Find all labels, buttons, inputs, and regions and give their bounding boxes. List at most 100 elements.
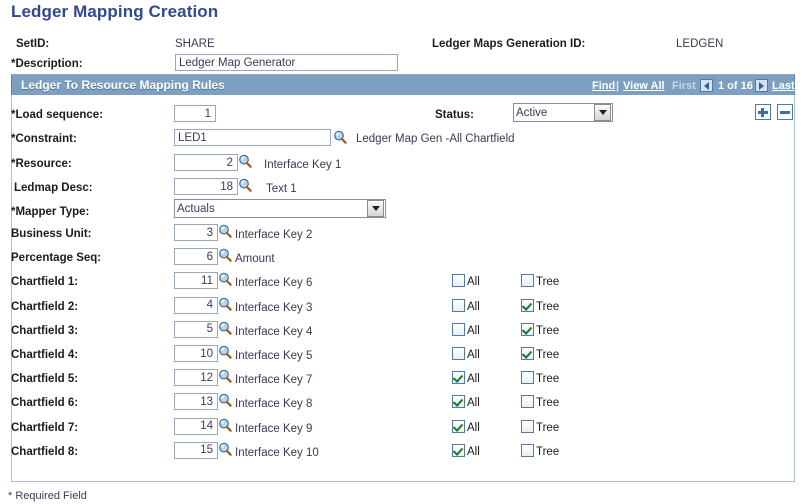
chartfield-5-all-checkbox[interactable] bbox=[452, 371, 465, 385]
magnifier-icon[interactable] bbox=[218, 272, 232, 287]
status-label: Status: bbox=[435, 109, 474, 121]
delete-row-button[interactable] bbox=[777, 104, 793, 120]
chartfield-7-tree-checkbox[interactable] bbox=[521, 419, 534, 433]
tree-checkbox-label: Tree bbox=[536, 373, 560, 386]
constraint-label: *Constraint: bbox=[11, 133, 77, 145]
business-unit-input[interactable] bbox=[174, 224, 218, 241]
page-counter: 1 of 16 bbox=[718, 80, 753, 92]
required-field-note: * Required Field bbox=[8, 490, 87, 502]
chartfield-6-all-checkbox[interactable] bbox=[452, 395, 465, 409]
description-input[interactable] bbox=[175, 54, 398, 71]
business-unit-description: Interface Key 2 bbox=[235, 229, 313, 241]
magnifier-icon[interactable] bbox=[218, 297, 232, 311]
tree-checkbox-label: Tree bbox=[536, 445, 560, 458]
chartfield-3-all-checkbox[interactable] bbox=[452, 322, 465, 336]
all-checkbox-label: All bbox=[467, 397, 480, 410]
chartfield-2-input[interactable] bbox=[174, 296, 218, 314]
all-checkbox-label: All bbox=[467, 421, 480, 434]
chartfield-2-tree-checkbox[interactable] bbox=[521, 298, 534, 312]
chartfield-8-label: Chartfield 8: bbox=[11, 445, 79, 458]
next-page-button[interactable] bbox=[755, 79, 768, 92]
magnifier-icon[interactable] bbox=[218, 442, 232, 456]
all-checkbox-label: All bbox=[467, 276, 480, 289]
plus-icon-v bbox=[761, 108, 764, 117]
resource-input[interactable] bbox=[174, 154, 238, 171]
chartfield-4-input[interactable] bbox=[174, 345, 218, 362]
chartfield-7-all-checkbox[interactable] bbox=[452, 419, 465, 433]
mapper-type-select[interactable]: Actuals bbox=[174, 199, 386, 218]
resource-label: *Resource: bbox=[11, 158, 72, 170]
chartfield-1-label: Chartfield 1: bbox=[11, 276, 79, 289]
magnifier-icon[interactable] bbox=[218, 369, 232, 383]
chartfield-8-description: Interface Key 10 bbox=[235, 446, 319, 459]
all-checkbox-label: All bbox=[467, 300, 480, 313]
magnifier-icon[interactable] bbox=[333, 130, 347, 144]
chartfield-1-description: Interface Key 6 bbox=[235, 277, 313, 290]
magnifier-icon[interactable] bbox=[218, 345, 232, 359]
chartfield-5-description: Interface Key 7 bbox=[235, 374, 313, 387]
chartfield-1-tree-checkbox[interactable] bbox=[521, 274, 534, 288]
chartfield-4-tree-checkbox[interactable] bbox=[521, 347, 534, 360]
previous-page-button[interactable] bbox=[700, 79, 713, 92]
chartfield-1-all-checkbox[interactable] bbox=[452, 274, 465, 288]
find-link[interactable]: Find bbox=[592, 80, 615, 92]
chartfield-3-label: Chartfield 3: bbox=[11, 324, 79, 337]
percentage-seq-input[interactable] bbox=[174, 248, 218, 266]
tree-checkbox-label: Tree bbox=[536, 349, 560, 361]
chartfield-7-label: Chartfield 7: bbox=[11, 421, 79, 434]
magnifier-icon[interactable] bbox=[238, 154, 252, 168]
first-link[interactable]: First bbox=[672, 80, 696, 92]
magnifier-icon[interactable] bbox=[218, 321, 232, 335]
chartfield-4-all-checkbox[interactable] bbox=[452, 347, 465, 360]
chartfield-6-label: Chartfield 6: bbox=[11, 397, 79, 410]
ledmap-desc-input[interactable] bbox=[174, 178, 238, 195]
magnifier-icon[interactable] bbox=[218, 224, 232, 238]
mapper-type-label: *Mapper Type: bbox=[11, 206, 90, 218]
chartfield-3-input[interactable] bbox=[174, 320, 218, 338]
magnifier-icon[interactable] bbox=[218, 393, 232, 408]
setid-value: SHARE bbox=[175, 38, 215, 50]
tree-checkbox-label: Tree bbox=[536, 324, 560, 337]
view-all-link[interactable]: View All bbox=[623, 80, 665, 92]
percentage-seq-description: Amount bbox=[235, 253, 275, 266]
chartfield-3-tree-checkbox[interactable] bbox=[521, 322, 534, 336]
ledmap-desc-description: Text 1 bbox=[266, 183, 297, 195]
status-select[interactable]: Active bbox=[513, 103, 613, 122]
chartfield-7-input[interactable] bbox=[174, 417, 218, 435]
all-checkbox-label: All bbox=[467, 445, 480, 458]
resource-description: Interface Key 1 bbox=[264, 159, 342, 171]
chartfield-8-tree-checkbox[interactable] bbox=[521, 443, 534, 457]
constraint-description: Ledger Map Gen -All Chartfield bbox=[356, 133, 515, 145]
chartfield-5-label: Chartfield 5: bbox=[11, 373, 79, 386]
chartfield-2-description: Interface Key 3 bbox=[235, 301, 313, 314]
chartfield-8-all-checkbox[interactable] bbox=[452, 443, 465, 457]
right-arrow-icon bbox=[759, 81, 764, 90]
chartfield-8-input[interactable] bbox=[174, 441, 218, 459]
tree-checkbox-label: Tree bbox=[536, 397, 560, 410]
chartfield-6-input[interactable] bbox=[174, 393, 218, 411]
groupbox-title: Ledger To Resource Mapping Rules bbox=[21, 78, 225, 92]
tree-checkbox-label: Tree bbox=[536, 300, 560, 313]
chartfield-2-all-checkbox[interactable] bbox=[452, 298, 465, 312]
all-checkbox-label: All bbox=[467, 349, 480, 361]
add-row-button[interactable] bbox=[755, 104, 771, 120]
chartfield-5-tree-checkbox[interactable] bbox=[521, 371, 534, 385]
chartfield-3-description: Interface Key 4 bbox=[235, 325, 313, 338]
constraint-input[interactable] bbox=[174, 129, 331, 146]
left-arrow-icon bbox=[704, 81, 709, 90]
load-sequence-input[interactable] bbox=[174, 105, 216, 122]
generation-id-value: LEDGEN bbox=[676, 38, 724, 50]
page-title: Ledger Mapping Creation bbox=[11, 2, 219, 21]
chartfield-4-description: Interface Key 5 bbox=[235, 350, 313, 362]
description-label: *Description: bbox=[11, 58, 83, 70]
last-link[interactable]: Last bbox=[772, 80, 795, 92]
generation-id-label: Ledger Maps Generation ID: bbox=[432, 38, 586, 50]
ledmap-desc-label: Ledmap Desc: bbox=[14, 182, 93, 194]
magnifier-icon[interactable] bbox=[218, 248, 232, 262]
magnifier-icon[interactable] bbox=[218, 418, 232, 432]
chartfield-6-tree-checkbox[interactable] bbox=[521, 395, 534, 409]
setid-label: SetID: bbox=[16, 38, 50, 50]
magnifier-icon[interactable] bbox=[238, 178, 252, 192]
chartfield-5-input[interactable] bbox=[174, 369, 218, 387]
chartfield-1-input[interactable] bbox=[174, 272, 218, 290]
